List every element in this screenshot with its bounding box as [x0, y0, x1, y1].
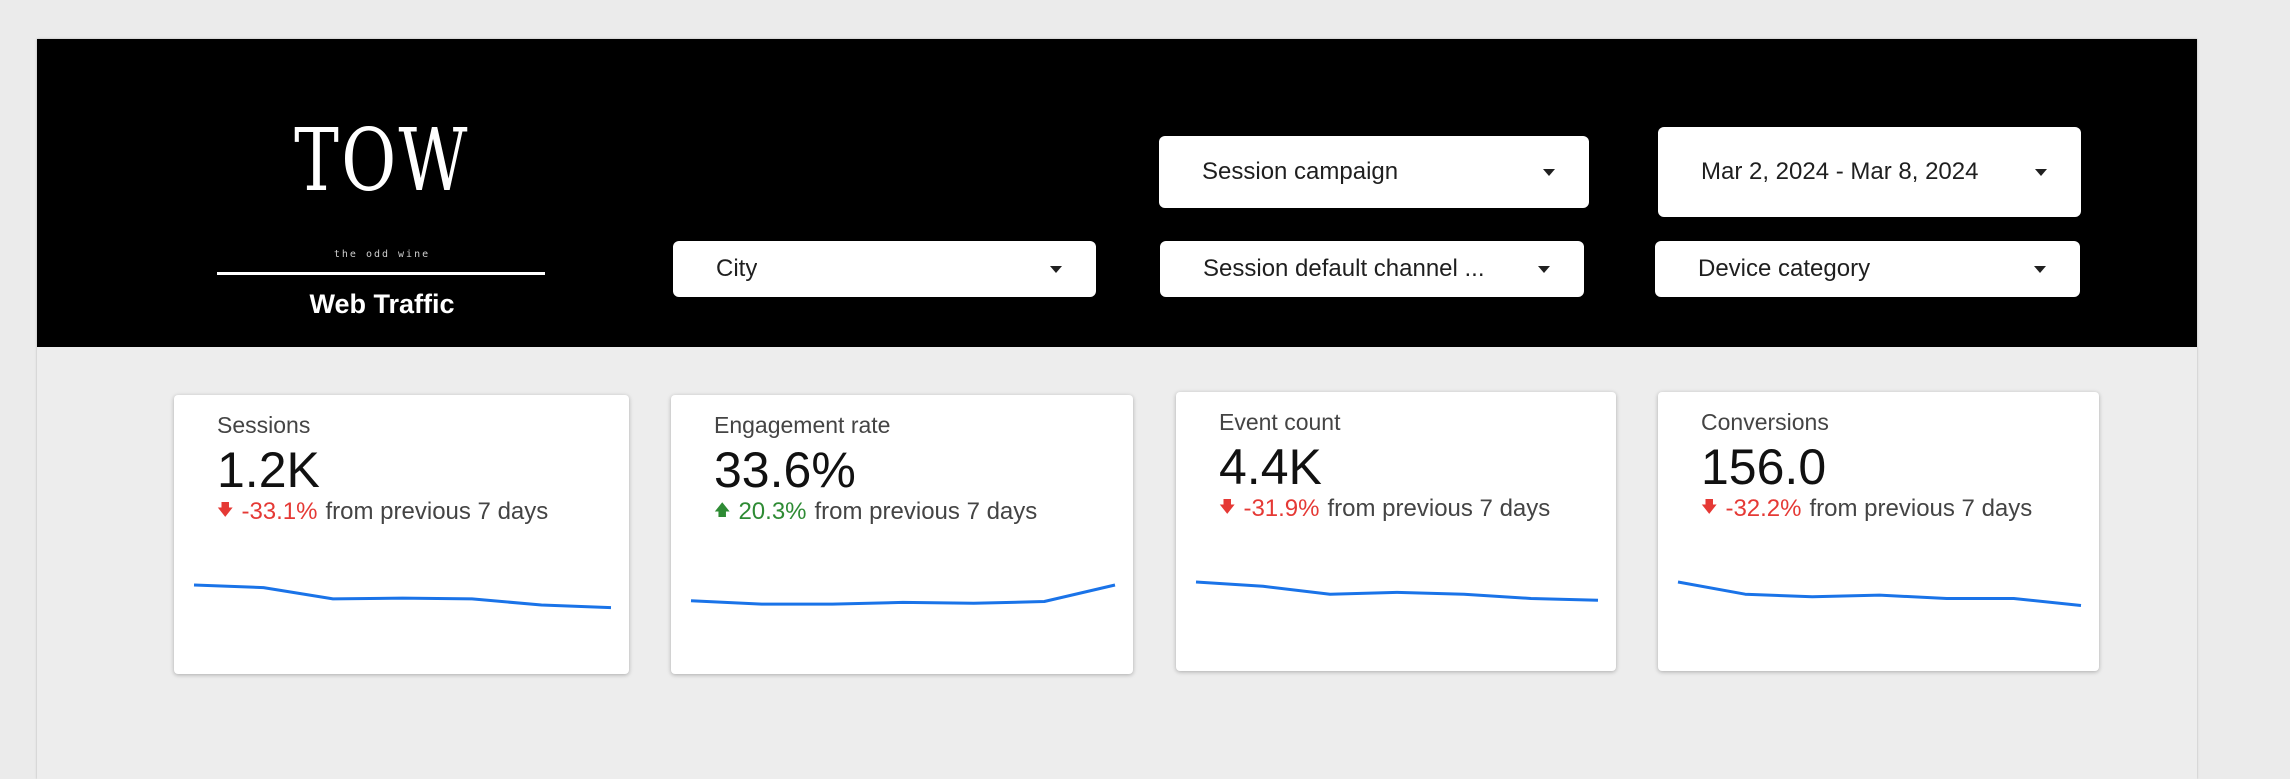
- sparkline-line: [1677, 580, 2082, 607]
- event-count-scorecard[interactable]: Event count 4.4K 🡇 -31.9% from previous …: [1176, 392, 1616, 671]
- device-category-label: Device category: [1698, 255, 1871, 282]
- chevron-down-icon: [1543, 168, 1555, 176]
- sparkline-line: [193, 583, 612, 610]
- report-page: TOW the odd wine Web Traffic Session cam…: [37, 39, 2197, 779]
- chevron-down-icon: [1050, 265, 1062, 273]
- sparkline-line: [1195, 580, 1599, 602]
- device-category-filter[interactable]: Device category: [1655, 241, 2080, 297]
- logo-mark: TOW: [294, 111, 470, 211]
- engagement-rate-sparkline: [690, 583, 1116, 606]
- report-title: Web Traffic: [309, 289, 455, 319]
- engagement-rate-scorecard[interactable]: Engagement rate 33.6% 🡅 20.3% from previ…: [671, 395, 1133, 674]
- date-range-picker[interactable]: Mar 2, 2024 - Mar 8, 2024: [1658, 127, 2081, 217]
- session-default-channel-filter[interactable]: Session default channel ...: [1160, 241, 1584, 297]
- report-header: TOW the odd wine Web Traffic Session cam…: [37, 39, 2197, 347]
- logo-tagline: the odd wine: [333, 249, 431, 260]
- event-count-sparkline: [1195, 580, 1599, 602]
- session-campaign-filter[interactable]: Session campaign: [1159, 136, 1589, 208]
- city-filter[interactable]: City: [673, 241, 1096, 297]
- date-range-label: Mar 2, 2024 - Mar 8, 2024: [1701, 158, 1979, 185]
- chevron-down-icon: [2034, 265, 2046, 273]
- sparkline-line: [690, 583, 1116, 606]
- conversions-scorecard[interactable]: Conversions 156.0 🡇 -32.2% from previous…: [1658, 392, 2099, 671]
- sessions-scorecard[interactable]: Sessions 1.2K 🡇 -33.1% from previous 7 d…: [174, 395, 629, 674]
- session-default-channel-label: Session default channel ...: [1203, 255, 1485, 282]
- sessions-sparkline: [193, 583, 612, 610]
- conversions-sparkline: [1677, 580, 2082, 607]
- logo-divider: [217, 272, 545, 275]
- city-label: City: [716, 255, 758, 282]
- chevron-down-icon: [1538, 265, 1550, 273]
- brand-logo: TOW the odd wine Web Traffic: [217, 109, 547, 329]
- session-campaign-label: Session campaign: [1202, 158, 1399, 185]
- chevron-down-icon: [2035, 168, 2047, 176]
